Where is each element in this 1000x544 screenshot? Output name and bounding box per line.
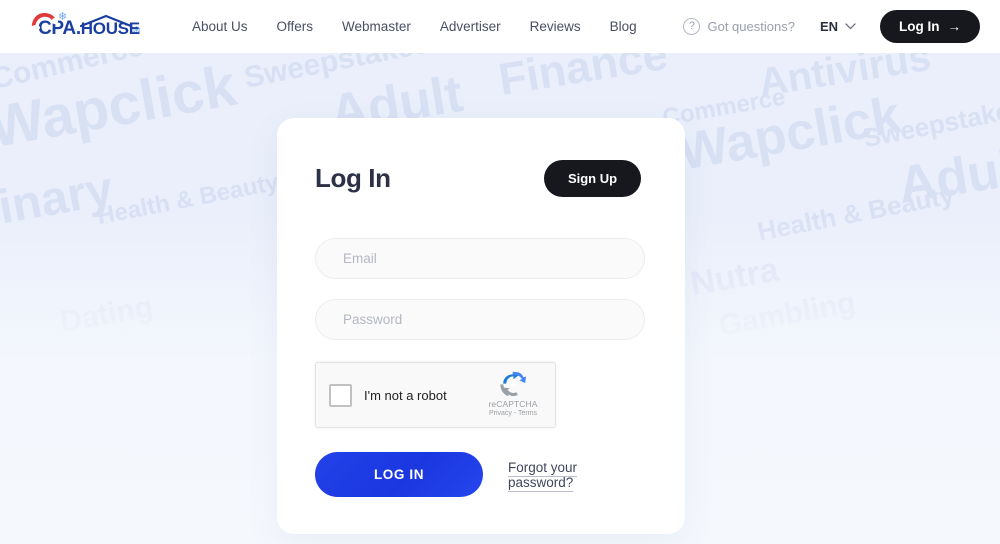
email-field[interactable]: Email xyxy=(315,238,645,279)
recaptcha-checkbox[interactable] xyxy=(329,383,352,407)
header-login-label: Log In xyxy=(899,19,940,34)
recaptcha-logo-icon xyxy=(500,371,526,397)
background-watermark-text: Health & Beauty xyxy=(95,168,281,231)
main-navigation: About Us Offers Webmaster Advertiser Rev… xyxy=(192,19,637,34)
site-header: ❄ ❄ CPA.HOUSE About Us Offers Webmaster … xyxy=(0,0,1000,53)
header-login-button[interactable]: Log In → xyxy=(880,10,980,43)
santa-hat-icon xyxy=(31,12,58,30)
nav-item-offers[interactable]: Offers xyxy=(277,19,314,34)
chevron-down-icon xyxy=(845,23,856,30)
login-submit-button[interactable]: LOG IN xyxy=(315,452,484,497)
arrow-right-icon: → xyxy=(947,19,962,34)
background-watermark-text: Gambling xyxy=(716,286,859,343)
language-selector[interactable]: EN xyxy=(820,19,856,34)
recaptcha-terms-link[interactable]: Privacy - Terms xyxy=(482,409,544,419)
password-field[interactable]: Password xyxy=(315,299,645,340)
recaptcha-branding: reCAPTCHA Privacy - Terms xyxy=(482,371,544,419)
recaptcha-widget: I'm not a robot reCAPTCHA Privacy - Term… xyxy=(315,362,556,428)
house-roof-icon xyxy=(80,14,132,27)
site-logo[interactable]: ❄ ❄ CPA.HOUSE xyxy=(22,10,141,44)
email-placeholder: Email xyxy=(343,251,377,266)
forgot-password-link[interactable]: Forgot your password? xyxy=(508,460,641,490)
got-questions-link[interactable]: ? Got questions? xyxy=(683,18,795,35)
signup-button[interactable]: Sign Up xyxy=(544,159,641,197)
header-right-cluster: ? Got questions? EN Log In → xyxy=(683,10,980,43)
nav-item-advertiser[interactable]: Advertiser xyxy=(440,19,501,34)
background-watermark-text: Health & Beauty xyxy=(754,179,957,247)
language-value: EN xyxy=(819,19,838,34)
nav-item-about-us[interactable]: About Us xyxy=(192,19,248,34)
question-mark-circle-icon: ? xyxy=(683,18,701,35)
login-card: Log In Sign Up Email Password I'm not a … xyxy=(277,118,685,534)
got-questions-label: Got questions? xyxy=(707,19,795,34)
recaptcha-label: I'm not a robot xyxy=(364,387,447,403)
nav-item-reviews[interactable]: Reviews xyxy=(530,19,581,34)
background-watermark-text: Nutra xyxy=(687,250,782,304)
recaptcha-brand-name: reCAPTCHA xyxy=(488,399,538,409)
page-title: Log In xyxy=(315,163,391,193)
login-actions-row: LOG IN Forgot your password? xyxy=(315,452,641,497)
login-card-header: Log In Sign Up xyxy=(315,159,641,197)
background-watermark-text: Dating xyxy=(57,290,156,339)
password-placeholder: Password xyxy=(343,312,403,327)
nav-item-webmaster[interactable]: Webmaster xyxy=(342,19,411,34)
nav-item-blog[interactable]: Blog xyxy=(610,19,637,34)
